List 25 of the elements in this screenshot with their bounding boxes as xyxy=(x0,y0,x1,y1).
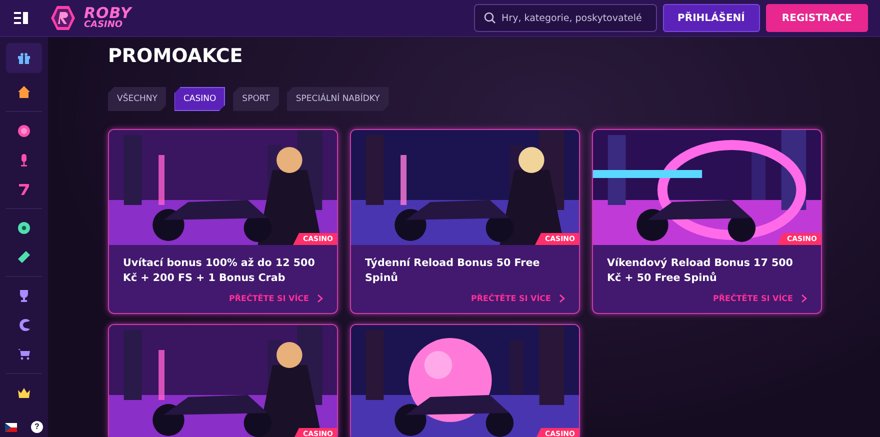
read-more-link[interactable]: PŘEČTĚTE SI VÍCE xyxy=(228,294,323,303)
page-title: PROMOAKCE xyxy=(108,44,244,69)
search-icon xyxy=(484,12,496,24)
logo-subtext: CASINO xyxy=(84,21,124,30)
menu-icon[interactable] xyxy=(12,10,30,26)
logo-text: ROBY xyxy=(84,6,132,21)
chevron-icon xyxy=(559,294,565,303)
read-more-link[interactable]: PŘEČTĚTE SI VÍCE xyxy=(470,294,565,303)
filter-tab[interactable]: SPECIÁLNÍ NABÍDKY xyxy=(286,87,389,111)
filter-tab[interactable]: VŠECHNY xyxy=(108,87,166,111)
chevron-icon xyxy=(801,294,807,303)
chevron-icon xyxy=(317,294,323,303)
promo-title: Týdenní Reload Bonus 50 Free Spinů xyxy=(365,256,541,286)
promo-title: Uvítací bonus 100% až do 12 500 Kč + 200 FS + 1 Bonus Crab xyxy=(123,256,316,286)
gift-icon[interactable] xyxy=(6,43,42,73)
flag-icon[interactable] xyxy=(5,422,17,432)
filter-tab[interactable]: SPORT xyxy=(233,87,279,111)
register-button[interactable]: REGISTRACE xyxy=(766,4,868,32)
read-more-link[interactable]: PŘEČTĚTE SI VÍCE xyxy=(712,294,807,303)
search-field[interactable]: Hry, kategorie, poskytovatelé xyxy=(474,4,657,32)
logo-icon xyxy=(50,5,76,31)
help-button[interactable]: ? xyxy=(31,421,43,433)
filter-tab[interactable]: CASINO xyxy=(174,87,226,111)
login-button[interactable]: PŘIHLÁŠENÍ xyxy=(662,4,760,32)
promo-title: Víkendový Reload Bonus 17 500 Kč + 50 Free Spinů xyxy=(607,256,794,286)
